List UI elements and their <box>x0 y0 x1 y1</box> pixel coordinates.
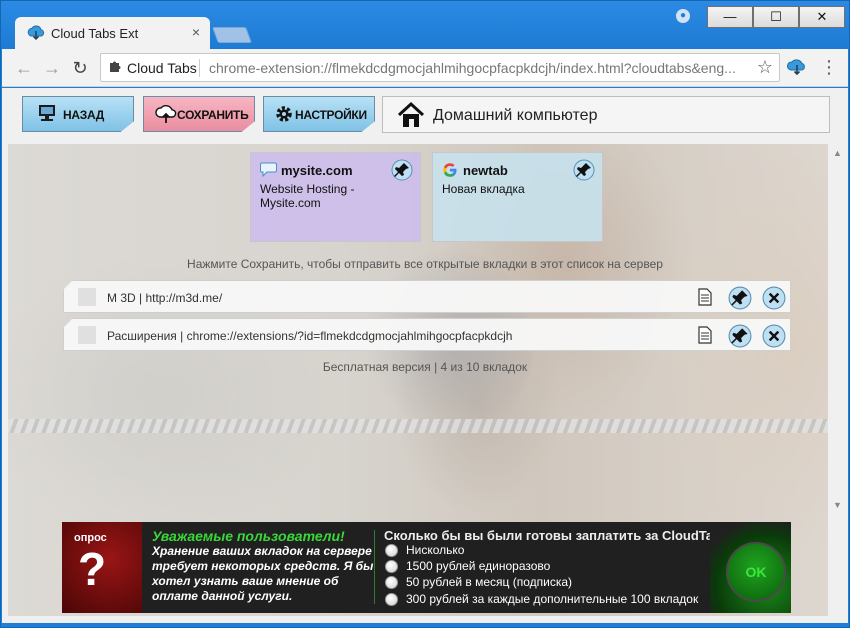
device-selector[interactable]: Домашний компьютер <box>382 96 830 133</box>
cloud-tab-card[interactable]: mysite.com Website Hosting - Mysite.com <box>250 152 421 242</box>
tab-close-icon[interactable]: × <box>192 24 200 40</box>
back-arrow-icon[interactable]: ← <box>12 56 36 80</box>
save-button[interactable]: СОХРАНИТЬ <box>143 96 255 132</box>
cloud-tab-title: mysite.com <box>281 163 353 178</box>
radio-button[interactable] <box>385 560 398 573</box>
browser-window: Cloud Tabs Ext × ● — ☐ ✕ ← → ↻ Cloud Tab… <box>0 0 850 628</box>
gear-icon <box>274 104 294 127</box>
status-text: Бесплатная версия | 4 из 10 вкладок <box>322 360 528 374</box>
settings-button[interactable]: НАСТРОЙКИ <box>263 96 375 132</box>
cloud-tab-description: Новая вкладка <box>442 182 525 196</box>
cloud-tab-title: newtab <box>463 163 508 178</box>
open-tab-row[interactable]: M 3D | http://m3d.me/ <box>63 280 791 313</box>
survey-option-label: 1500 рублей единоразово <box>406 559 551 573</box>
scroll-up-icon[interactable]: ▲ <box>833 148 842 158</box>
extension-chip-label: Cloud Tabs <box>127 60 197 76</box>
settings-button-label: НАСТРОЙКИ <box>295 108 367 122</box>
open-tab-row[interactable]: Расширения | chrome://extensions/?id=flm… <box>63 318 791 351</box>
profile-icon[interactable]: ● <box>676 9 690 23</box>
tab-title: Cloud Tabs Ext <box>51 26 139 41</box>
ok-button[interactable]: OK <box>726 542 786 602</box>
document-icon[interactable] <box>698 288 712 311</box>
pin-icon[interactable] <box>391 159 413 186</box>
cloud-upload-icon <box>155 104 177 127</box>
cloud-icon <box>27 25 45 46</box>
survey-divider <box>374 530 375 604</box>
survey-option-label: 50 рублей в месяц (подписка) <box>406 575 573 589</box>
minimize-button[interactable]: — <box>707 6 753 28</box>
puzzle-piece-icon <box>109 59 123 76</box>
survey-message: Хранение ваших вкладок на сервере требуе… <box>152 544 374 603</box>
new-tab-button[interactable] <box>212 27 252 43</box>
omnibox-separator <box>199 59 200 77</box>
cloud-tabs-extension-icon[interactable] <box>787 58 807 81</box>
save-hint-text: Нажмите Сохранить, чтобы отправить все о… <box>187 257 663 271</box>
device-name: Домашний компьютер <box>433 107 598 124</box>
address-bar[interactable]: Cloud Tabs chrome-extension://flmekdcdgm… <box>100 53 780 82</box>
favicon-placeholder-icon <box>78 288 96 306</box>
survey-option-label: 300 рублей за каждые дополнительные 100 … <box>406 592 699 606</box>
page-scrollbar[interactable]: ▲ ▼ <box>830 144 846 512</box>
computer-icon <box>37 103 57 126</box>
question-mark-icon: ? <box>78 543 107 595</box>
bookmark-star-icon[interactable]: ☆ <box>757 57 773 78</box>
survey-heading: Уважаемые пользователи! <box>152 528 345 544</box>
cloud-tab-description: Website Hosting - Mysite.com <box>260 182 355 210</box>
maximize-button[interactable]: ☐ <box>753 6 799 28</box>
radio-button[interactable] <box>385 593 398 606</box>
speech-bubble-icon <box>260 162 277 182</box>
cloud-tab-card[interactable]: newtab Новая вкладка <box>432 152 603 242</box>
close-window-button[interactable]: ✕ <box>799 6 845 28</box>
reload-icon[interactable]: ↻ <box>68 56 92 80</box>
url-text[interactable]: chrome-extension://flmekdcdgmocjahlmihgo… <box>209 60 747 76</box>
browser-toolbar: ← → ↻ Cloud Tabs chrome-extension://flme… <box>2 49 848 87</box>
ok-zone: OK <box>710 522 791 613</box>
survey-banner: опрос ? Уважаемые пользователи! Хранение… <box>62 522 791 613</box>
tab-cloud-tabs-ext[interactable]: Cloud Tabs Ext × <box>15 17 210 49</box>
radio-button[interactable] <box>385 576 398 589</box>
browser-menu-icon[interactable]: ⋮ <box>820 57 838 78</box>
forward-arrow-icon[interactable]: → <box>40 56 64 80</box>
survey-question: Сколько бы вы были готовы заплатить за C… <box>384 528 740 543</box>
open-tab-text: Расширения | chrome://extensions/?id=flm… <box>107 329 513 343</box>
pin-icon[interactable] <box>728 286 752 313</box>
scroll-down-icon[interactable]: ▼ <box>833 500 842 510</box>
document-icon[interactable] <box>698 326 712 349</box>
extension-topbar: НАЗАД СОХРАНИТЬ НАСТРОЙКИ Домашний компь… <box>2 88 848 144</box>
open-tab-text: M 3D | http://m3d.me/ <box>107 291 223 305</box>
title-bar: Cloud Tabs Ext × ● — ☐ ✕ <box>1 1 849 49</box>
close-icon[interactable] <box>762 286 786 313</box>
poll-badge: опрос ? <box>62 522 142 613</box>
home-icon <box>397 101 425 134</box>
pin-icon[interactable] <box>573 159 595 186</box>
google-icon <box>442 162 458 183</box>
radio-button[interactable] <box>385 544 398 557</box>
save-button-label: СОХРАНИТЬ <box>177 108 249 122</box>
close-icon[interactable] <box>762 324 786 351</box>
survey-option-label: Нисколько <box>406 543 465 557</box>
pin-icon[interactable] <box>728 324 752 351</box>
extension-page: НАЗАД СОХРАНИТЬ НАСТРОЙКИ Домашний компь… <box>2 88 848 623</box>
favicon-placeholder-icon <box>78 326 96 344</box>
back-button[interactable]: НАЗАД <box>22 96 134 132</box>
back-button-label: НАЗАД <box>63 108 105 122</box>
